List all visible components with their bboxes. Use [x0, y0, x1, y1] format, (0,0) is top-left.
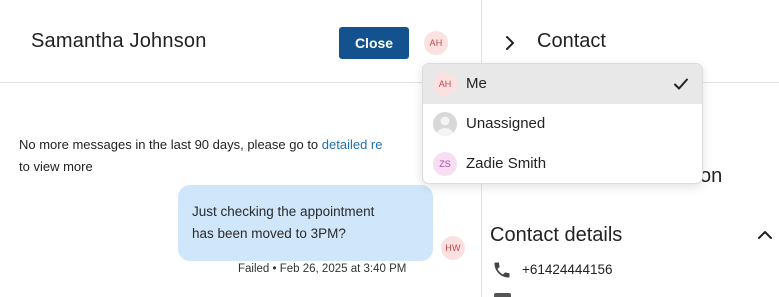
- me-avatar: AH: [433, 72, 457, 96]
- detailed-report-link[interactable]: detailed re: [322, 137, 383, 152]
- notice-tail: to view more: [19, 159, 93, 174]
- message-status: Failed • Feb 26, 2025 at 3:40 PM: [238, 263, 407, 275]
- sender-avatar: HW: [441, 236, 465, 260]
- assign-option-unassigned[interactable]: Unassigned: [423, 104, 702, 144]
- conversation-contact-name: Samantha Johnson: [31, 30, 207, 52]
- phone-icon: [494, 262, 510, 278]
- contact-details-heading: Contact details: [490, 224, 623, 246]
- contact-phone-number[interactable]: +61424444156: [522, 262, 612, 277]
- message-line-2: has been moved to 3PM?: [192, 226, 346, 241]
- assign-option-label: Unassigned: [466, 115, 546, 132]
- assign-dropdown-menu: AH Me Unassigned ZS Zadie Smith: [422, 63, 703, 184]
- message-line-1: Just checking the appointment: [192, 204, 375, 219]
- notice-text: No more messages in the last 90 days, pl…: [19, 137, 322, 152]
- header-divider: [0, 82, 481, 83]
- checkmark-icon: [674, 78, 688, 90]
- email-icon: [494, 293, 511, 297]
- history-notice: No more messages in the last 90 days, pl…: [19, 134, 439, 178]
- assignee-avatar[interactable]: AH: [424, 31, 448, 55]
- close-conversation-button[interactable]: Close: [339, 27, 409, 59]
- contact-panel-title: Contact: [537, 30, 606, 52]
- message-bubble: Just checking the appointment has been mo…: [178, 185, 433, 261]
- chevron-right-icon[interactable]: [501, 34, 519, 52]
- assign-option-label: Me: [466, 75, 487, 92]
- zadie-avatar: ZS: [433, 152, 457, 176]
- user-placeholder-icon: [433, 112, 457, 136]
- chevron-up-icon[interactable]: [756, 227, 774, 241]
- assign-option-me[interactable]: AH Me: [423, 64, 702, 104]
- assign-option-zadie-smith[interactable]: ZS Zadie Smith: [423, 144, 702, 183]
- assign-option-label: Zadie Smith: [466, 155, 547, 172]
- obscured-contact-text: on: [700, 165, 723, 187]
